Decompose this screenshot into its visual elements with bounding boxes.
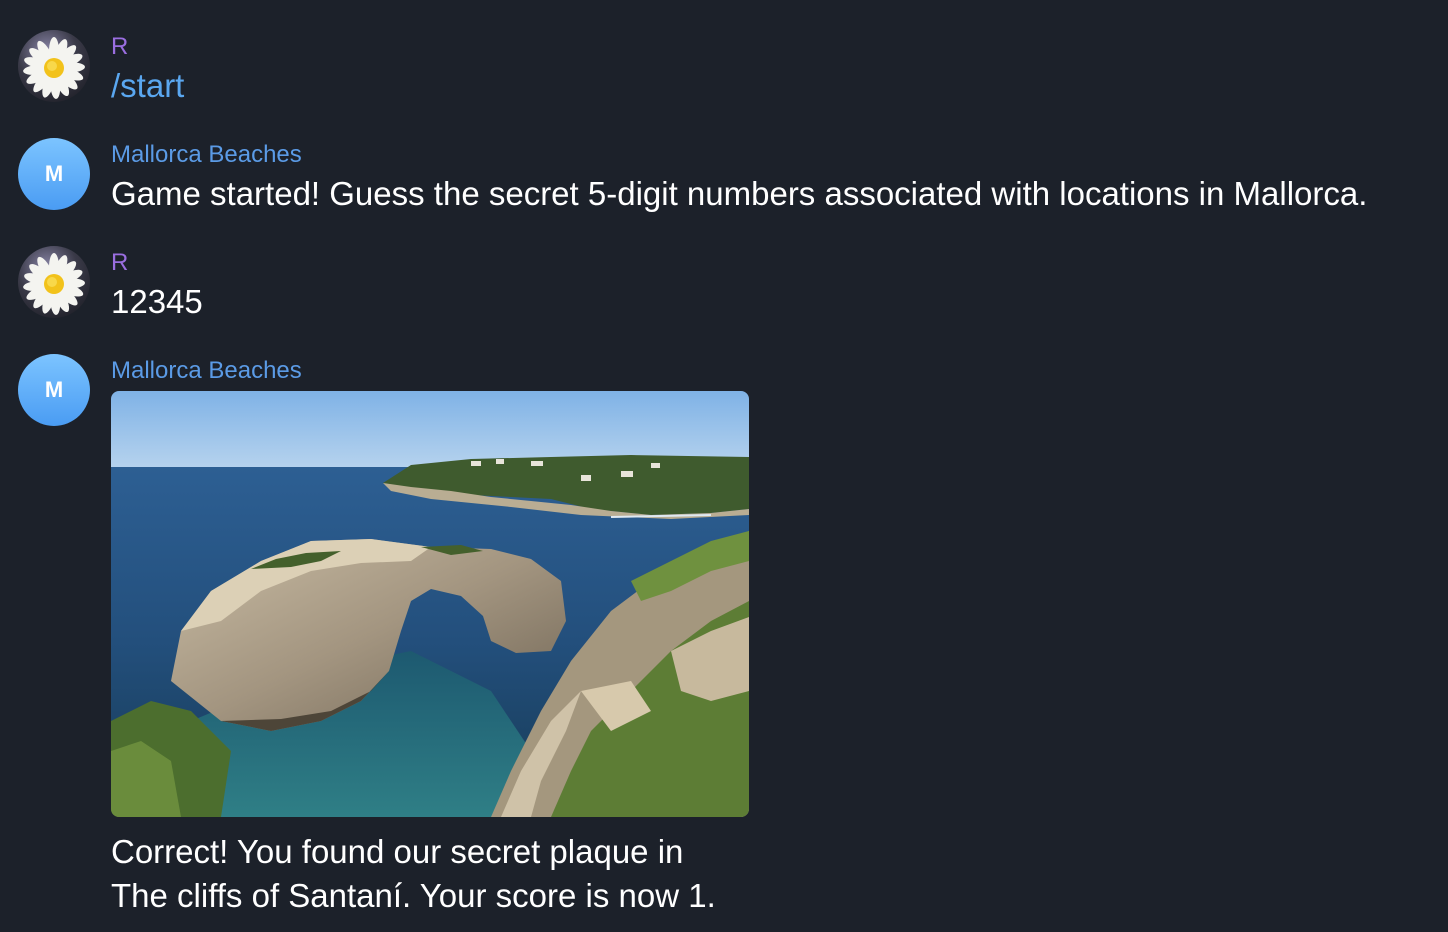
sea-arch-photo <box>111 391 749 817</box>
sender-name[interactable]: R <box>111 248 128 278</box>
daisy-icon <box>23 37 85 99</box>
message-text: Game started! Guess the secret 5-digit n… <box>111 175 1368 212</box>
daisy-icon <box>23 253 85 315</box>
photo-caption: Correct! You found our secret plaque in … <box>111 830 811 918</box>
caption-line-1: Correct! You found our secret plaque in <box>111 833 684 870</box>
sender-name[interactable]: Mallorca Beaches <box>111 356 302 386</box>
sender-name[interactable]: R <box>111 32 128 62</box>
chat-history: R /start M Mallorca Beaches Game started… <box>0 0 1448 932</box>
bot-avatar[interactable]: M <box>18 138 90 210</box>
bot-avatar-letter: M <box>44 161 64 186</box>
command-link[interactable]: /start <box>111 64 184 108</box>
sender-name[interactable]: Mallorca Beaches <box>111 140 302 170</box>
message-photo[interactable] <box>111 391 749 817</box>
message-text: 12345 <box>111 283 203 320</box>
caption-line-2: The cliffs of Santaní. Your score is now… <box>111 877 716 914</box>
user-avatar[interactable] <box>18 246 90 318</box>
user-avatar[interactable] <box>18 30 90 102</box>
bot-avatar[interactable]: M <box>18 354 90 426</box>
bot-avatar-letter: M <box>44 377 64 402</box>
